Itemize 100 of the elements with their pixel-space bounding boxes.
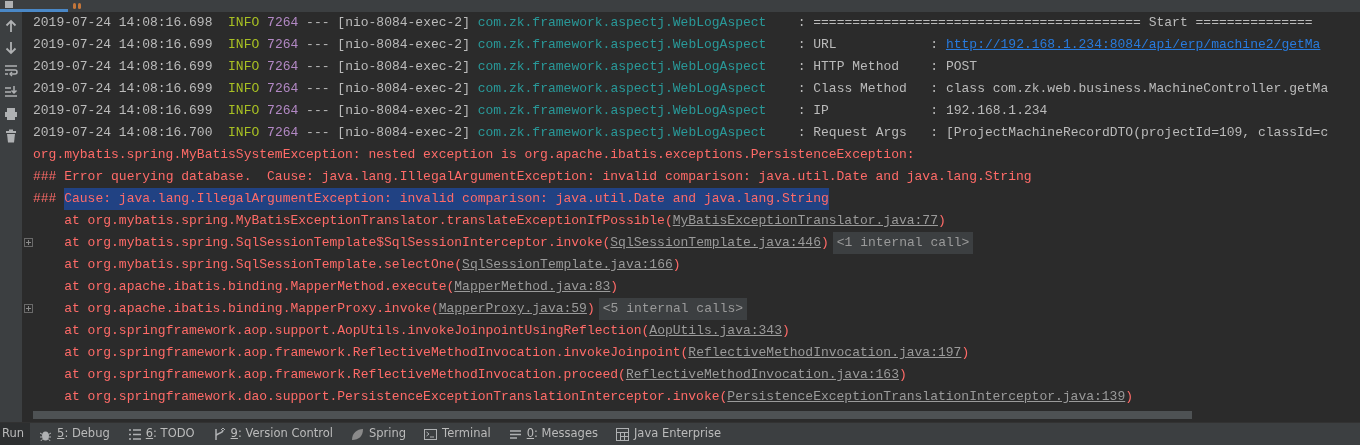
separator-text: --- [306,14,330,32]
down-arrow-icon[interactable] [4,41,18,55]
internal-calls-toggle[interactable]: <5 internal calls> [598,298,748,320]
stack-frame: at org.springframework.aop.support.AopUtils.invokeJoinpointUsingReflection(AopUtils.java:343) [64,320,790,342]
process-id: 7264 [267,124,299,142]
log-message: [ProjectMachineRecordDTO(projectId=109, classId=c [945,124,1329,142]
source-link[interactable]: PersistenceExceptionTranslationInterceptor.java:139 [727,389,1126,404]
timestamp: 2019-07-24 14:08:16.699 [33,102,213,120]
tool-window-tab[interactable]: Spring [341,422,416,445]
timestamp: 2019-07-24 14:08:16.699 [33,58,213,76]
colon-text: : [930,36,939,54]
log-message: 192.168.1.234 [945,102,1048,120]
horizontal-scrollbar[interactable] [33,411,1192,419]
internal-calls-toggle[interactable]: <1 internal call> [832,232,974,254]
branch-icon [212,427,226,441]
scroll-to-end-icon[interactable] [4,85,18,99]
stack-frame: at org.apache.ibatis.binding.MapperMethod.execute(MapperMethod.java:83) [64,276,619,298]
prefix-text: ### [33,190,57,208]
tool-window-tab[interactable]: Terminal [415,422,500,445]
colon-text: : [797,36,806,54]
thread-name: [nio-8084-exec-2] [337,102,470,120]
field-label: Class Method [813,80,907,98]
print-icon[interactable] [4,107,18,121]
source-link[interactable]: AopUtils.java:343 [649,323,782,338]
thread-name: [nio-8084-exec-2] [337,80,470,98]
tool-window-tab[interactable]: 5: Debug [30,422,119,445]
source-link[interactable]: ReflectiveMethodInvocation.java:163 [625,367,899,382]
process-id: 7264 [267,80,299,98]
log-level: INFO [228,80,260,98]
endpoints-icon [72,1,82,9]
source-link[interactable]: MyBatisExceptionTranslator.java:77 [672,213,938,228]
stack-frame: at org.mybatis.spring.SqlSessionTemplate.selectOne(SqlSessionTemplate.java:166) [64,254,681,276]
log-level: INFO [228,36,260,54]
stack-frame: at org.springframework.aop.framework.ReflectiveMethodInvocation.invokeJoinpoint(ReflectiveMethodInvocation.java:197) [64,342,970,364]
grid-icon [615,427,629,441]
field-label: HTTP Method [813,58,900,76]
source-link[interactable]: MapperProxy.java:59 [438,301,587,316]
separator-text: --- [306,102,330,120]
log-level: INFO [228,58,260,76]
stack-frame: at org.springframework.dao.support.PersistenceExceptionTranslationInterceptor.invoke(PersistenceExceptionTranslationInterceptor.java:139) [64,386,1133,408]
source-link[interactable]: ReflectiveMethodInvocation.java:197 [688,345,962,360]
url-link[interactable]: http://192.168.1.234:8084/api/erp/machine2/getMa [945,34,1321,56]
leaf-icon [350,427,364,441]
process-id: 7264 [267,58,299,76]
log-message: POST [945,58,978,76]
stack-frame: at org.mybatis.spring.MyBatisExceptionTranslator.translateExceptionIfPossible(MyBatisExceptionTranslator.java:77) [64,210,946,232]
up-arrow-icon[interactable] [4,19,18,33]
soft-wrap-icon[interactable] [4,63,18,77]
source-link[interactable]: MapperMethod.java:83 [454,279,611,294]
source-link[interactable]: SqlSessionTemplate.java:446 [610,235,821,250]
tool-window-tab[interactable]: Run [0,422,31,445]
colon-text: : [930,58,939,76]
logger-name: com.zk.framework.aspectj.WebLogAspect [477,36,767,54]
process-id: 7264 [267,14,299,32]
logger-name: com.zk.framework.aspectj.WebLogAspect [477,14,767,32]
stack-frame: at org.springframework.aop.framework.ReflectiveMethodInvocation.proceed(ReflectiveMethodInvocation.java:163) [64,364,907,386]
process-id: 7264 [267,102,299,120]
logger-name: com.zk.framework.aspectj.WebLogAspect [477,124,767,142]
process-id: 7264 [267,36,299,54]
separator-text: --- [306,36,330,54]
thread-name: [nio-8084-exec-2] [337,36,470,54]
log-message: ========================================== Start =============== [813,14,1313,32]
expand-icon[interactable] [24,304,33,313]
log-level: INFO [228,102,260,120]
log-level: INFO [228,124,260,142]
log-level: INFO [228,14,260,32]
colon-text: : [797,102,806,120]
error-message: Cause: java.lang.IllegalArgumentException: invalid comparison: java.util.Date and java.lang.String [64,188,829,210]
error-message: Error querying database. Cause: java.lang.IllegalArgumentException: invalid comparison: java.util.Date and java.lang.String [64,168,1032,186]
tool-window-tab[interactable]: 9: Version Control [203,422,342,445]
colon-text: : [930,102,939,120]
field-label: IP [813,102,829,120]
thread-name: [nio-8084-exec-2] [337,124,470,142]
colon-text: : [797,58,806,76]
timestamp: 2019-07-24 14:08:16.699 [33,80,213,98]
tool-window-tab[interactable]: 0: Messages [499,422,607,445]
stack-frame: at org.apache.ibatis.binding.MapperProxy.invoke(MapperProxy.java:59) [64,298,595,320]
colon-text: : [930,124,939,142]
field-label: URL [813,36,837,54]
log-message: class com.zk.web.business.MachineController.getMa [945,80,1329,98]
thread-name: [nio-8084-exec-2] [337,14,470,32]
source-link[interactable]: SqlSessionTemplate.java:166 [462,257,673,272]
colon-text: : [797,80,806,98]
colon-text: : [797,124,806,142]
logger-name: com.zk.framework.aspectj.WebLogAspect [477,80,767,98]
lines-icon [508,427,522,441]
separator-text: --- [306,80,330,98]
expand-icon[interactable] [24,238,33,247]
prefix-text: ### [33,168,57,186]
error-message: org.mybatis.spring.MyBatisSystemException: nested exception is org.apache.ibatis.exceptions.PersistenceException: [33,146,915,164]
timestamp: 2019-07-24 14:08:16.698 [33,14,213,32]
colon-text: : [930,80,939,98]
separator-text: --- [306,124,330,142]
thread-name: [nio-8084-exec-2] [337,58,470,76]
trash-icon[interactable] [4,129,18,143]
timestamp: 2019-07-24 14:08:16.699 [33,36,213,54]
field-label: Request Args [813,124,907,142]
tool-window-tab[interactable]: 6: TODO [118,422,204,445]
tool-window-tab[interactable]: Java Enterprise [606,422,731,445]
list-icon [127,427,141,441]
